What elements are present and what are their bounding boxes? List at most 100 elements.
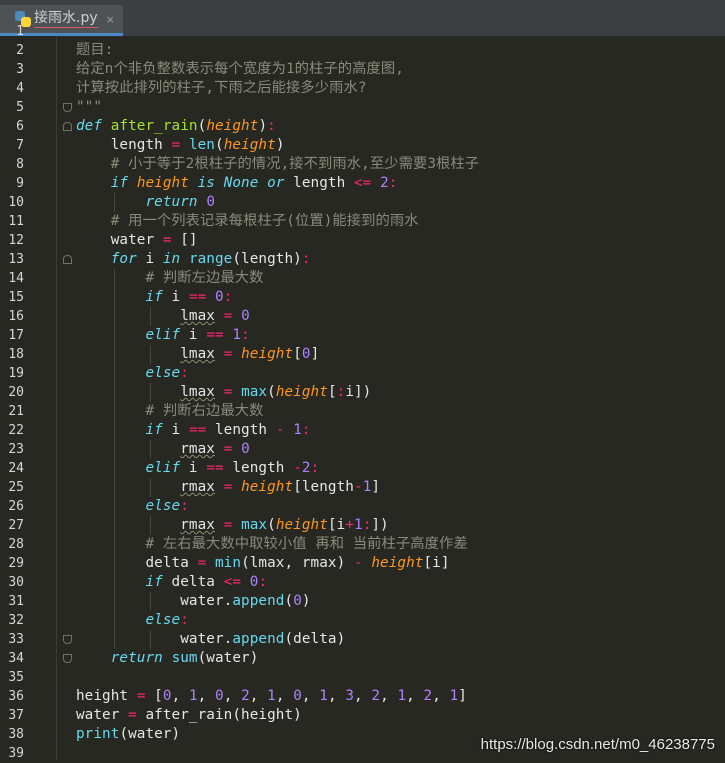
code-line: 23 rmax = 0	[0, 440, 725, 459]
code-text: # 小于等于2根柱子的情况,接不到雨水,至少需要3根柱子	[76, 155, 479, 174]
code-line: 33 water.append(delta)	[0, 630, 725, 649]
watermark: https://blog.csdn.net/m0_46238775	[481, 736, 715, 753]
code-line: 5"""	[0, 98, 725, 117]
code-text: 给定n个非负整数表示每个宽度为1的柱子的高度图,	[76, 60, 404, 79]
code-text: height = [0, 1, 0, 2, 1, 0, 1, 3, 2, 1, …	[76, 687, 467, 706]
code-line: 6 def after_rain(height):	[0, 117, 725, 136]
code-text: # 判断左边最大数	[76, 269, 264, 288]
code-text: # 用一个列表记录每根柱子(位置)能接到的雨水	[76, 212, 419, 231]
code-line: 8 # 小于等于2根柱子的情况,接不到雨水,至少需要3根柱子	[0, 155, 725, 174]
code-text: if i == 0:	[76, 288, 232, 307]
code-line: 13 for i in range(length):	[0, 250, 725, 269]
code-line: 31 water.append(0)	[0, 592, 725, 611]
code-text: rmax = 0	[76, 440, 250, 459]
code-line: 26 else:	[0, 497, 725, 516]
code-text: if delta <= 0:	[76, 573, 267, 592]
code-editor[interactable]: 12题目:3给定n个非负整数表示每个宽度为1的柱子的高度图,4计算按此排列的柱子…	[0, 36, 725, 761]
line-number: 10	[0, 193, 24, 212]
line-number: 36	[0, 687, 24, 706]
code-text: elif i == length -2:	[76, 459, 319, 478]
code-text: elif i == 1:	[76, 326, 250, 345]
fold-marker-icon[interactable]	[63, 635, 72, 644]
line-number: 19	[0, 364, 24, 383]
code-line: 34 return sum(water)	[0, 649, 725, 668]
code-text: delta = min(lmax, rmax) - height[i]	[76, 554, 450, 573]
code-text: return 0	[76, 193, 215, 212]
code-line: 9 if height is None or length <= 2:	[0, 174, 725, 193]
code-text: lmax = height[0]	[76, 345, 319, 364]
code-line: 20 lmax = max(height[:i])	[0, 383, 725, 402]
line-number: 16	[0, 307, 24, 326]
code-text: if i == length - 1:	[76, 421, 311, 440]
code-line: 35	[0, 668, 725, 687]
code-text: water = after_rain(height)	[76, 706, 302, 725]
line-number: 37	[0, 706, 24, 725]
line-number: 3	[0, 60, 24, 79]
code-line: 17 elif i == 1:	[0, 326, 725, 345]
line-number: 5	[0, 98, 24, 117]
fold-marker-icon[interactable]	[63, 103, 72, 112]
code-line: 29 delta = min(lmax, rmax) - height[i]	[0, 554, 725, 573]
line-number: 13	[0, 250, 24, 269]
line-number: 33	[0, 630, 24, 649]
code-line: 36 height = [0, 1, 0, 2, 1, 0, 1, 3, 2, 1…	[0, 687, 725, 706]
code-line: 30 if delta <= 0:	[0, 573, 725, 592]
line-number: 21	[0, 402, 24, 421]
code-line: 18 lmax = height[0]	[0, 345, 725, 364]
line-number: 32	[0, 611, 24, 630]
code-text: rmax = max(height[i+1:])	[76, 516, 389, 535]
line-number: 18	[0, 345, 24, 364]
line-number: 24	[0, 459, 24, 478]
code-line: 12 water = []	[0, 231, 725, 250]
line-number: 11	[0, 212, 24, 231]
code-line: 27 rmax = max(height[i+1:])	[0, 516, 725, 535]
code-line: 22 if i == length - 1:	[0, 421, 725, 440]
code-line: 37 water = after_rain(height)	[0, 706, 725, 725]
code-text: 题目:	[76, 41, 113, 60]
code-text: return sum(water)	[76, 649, 258, 668]
code-line: 24 elif i == length -2:	[0, 459, 725, 478]
line-number: 30	[0, 573, 24, 592]
code-line: 11 # 用一个列表记录每根柱子(位置)能接到的雨水	[0, 212, 725, 231]
code-line: 14 # 判断左边最大数	[0, 269, 725, 288]
line-number: 4	[0, 79, 24, 98]
code-text: lmax = max(height[:i])	[76, 383, 371, 402]
code-line: 16 lmax = 0	[0, 307, 725, 326]
code-lines: 12 题目: 3 给定n个非负整数表示每个宽度为1的柱子的高度图, 4 计算按此排列的柱子…	[0, 22, 725, 763]
code-text: print(water)	[76, 725, 180, 744]
code-text: # 左右最大数中取较小值 再和 当前柱子高度作差	[76, 535, 468, 554]
line-number: 15	[0, 288, 24, 307]
line-number: 14	[0, 269, 24, 288]
code-text: water = []	[76, 231, 198, 250]
line-number: 23	[0, 440, 24, 459]
fold-marker-icon[interactable]	[63, 654, 72, 663]
line-number: 8	[0, 155, 24, 174]
line-number: 28	[0, 535, 24, 554]
code-line: 28 # 左右最大数中取较小值 再和 当前柱子高度作差	[0, 535, 725, 554]
code-line: 25 rmax = height[length-1]	[0, 478, 725, 497]
line-number: 20	[0, 383, 24, 402]
code-line: 2 题目:	[0, 41, 725, 60]
code-line: 15 if i == 0:	[0, 288, 725, 307]
code-text: if height is None or length <= 2:	[76, 174, 397, 193]
code-text: # 判断右边最大数	[76, 402, 264, 421]
code-text: 计算按此排列的柱子,下雨之后能接多少雨水?	[76, 79, 367, 98]
line-number: 17	[0, 326, 24, 345]
code-line: 10 return 0	[0, 193, 725, 212]
line-number: 22	[0, 421, 24, 440]
code-line: 19 else:	[0, 364, 725, 383]
line-number: 34	[0, 649, 24, 668]
code-text: def after_rain(height):	[76, 117, 276, 136]
line-number: 38	[0, 725, 24, 744]
code-line: 1	[0, 22, 725, 41]
line-number: 25	[0, 478, 24, 497]
line-number: 6	[0, 117, 24, 136]
line-number: 1	[0, 22, 24, 41]
code-text: water.append(0)	[76, 592, 311, 611]
line-number: 2	[0, 41, 24, 60]
line-number: 9	[0, 174, 24, 193]
code-line: 7 length = len(height)	[0, 136, 725, 155]
fold-marker-icon[interactable]	[63, 122, 72, 131]
code-line: 32 else:	[0, 611, 725, 630]
fold-marker-icon[interactable]	[63, 255, 72, 264]
